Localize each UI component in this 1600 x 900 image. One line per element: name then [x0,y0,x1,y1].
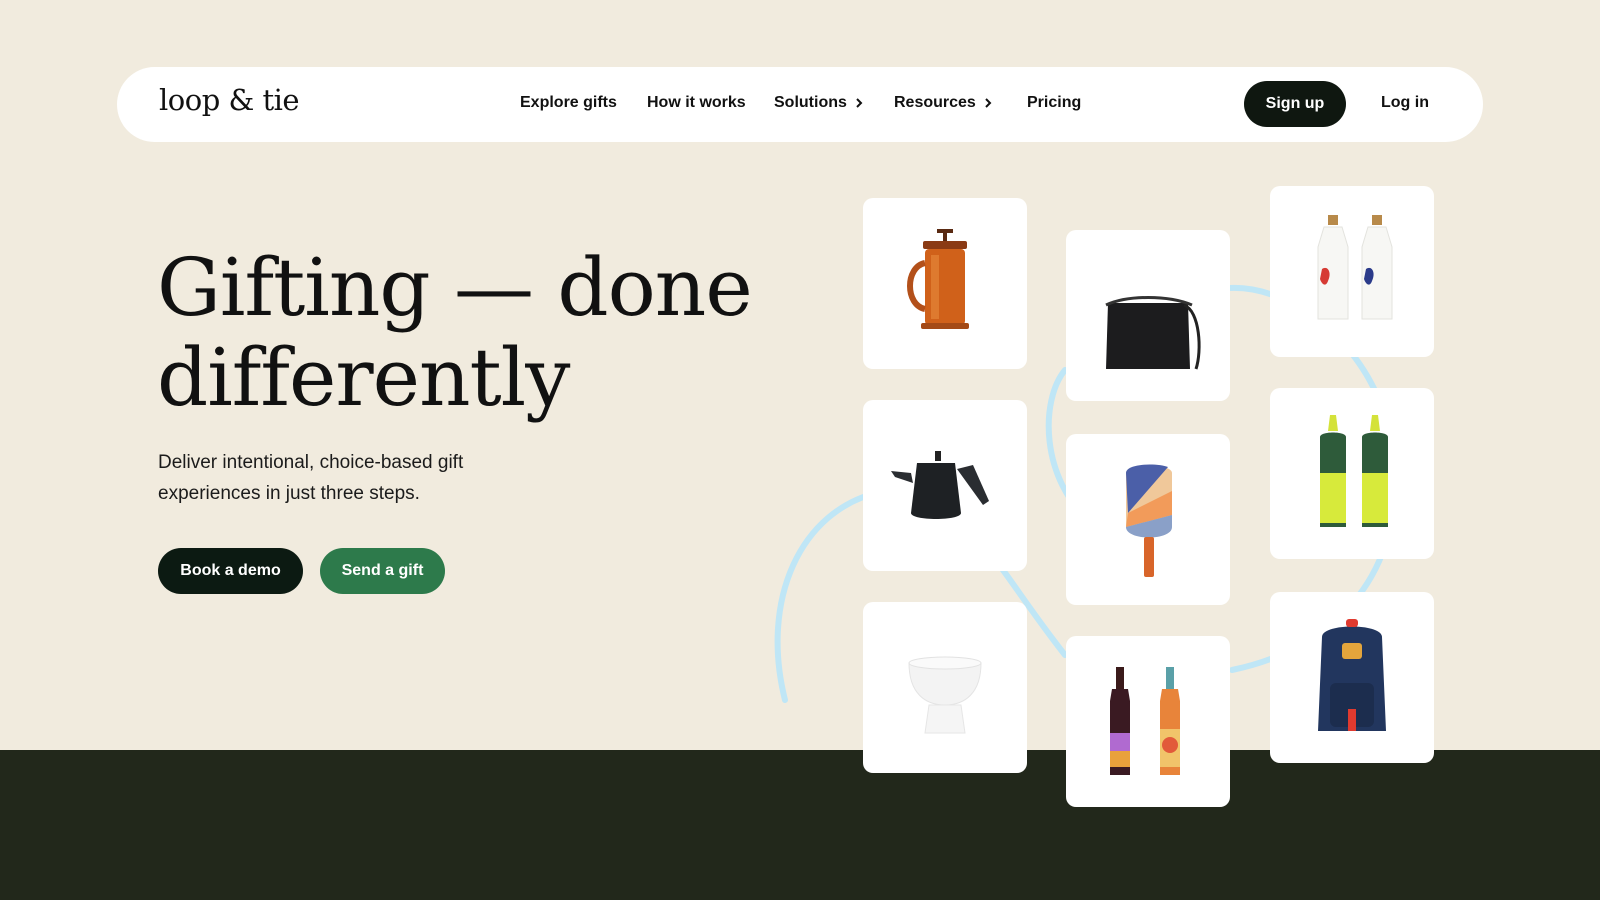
send-gift-button[interactable]: Send a gift [320,548,445,594]
nav-item-label: Pricing [1027,94,1082,111]
hero-title-line-1: Gifting — done [157,241,753,334]
oil-bottle-icon [1317,214,1393,319]
product-card-paddle[interactable] [1066,434,1230,605]
nav-item-label: How it works [647,94,746,111]
nav-item-explore-gifts[interactable]: Explore gifts [520,94,617,112]
wine-icon [1110,666,1180,775]
nav-item-label: Explore gifts [520,94,617,111]
product-card-bowl[interactable] [863,602,1027,773]
bag-icon [1105,295,1201,369]
nav-item-label: Solutions [774,94,847,111]
hero-title-line-2: differently [157,331,570,424]
hero-subtitle: Deliver intentional, choice-based gift e… [158,452,464,504]
paddle-icon [1126,464,1172,577]
footer-band [0,750,1600,900]
product-card-olive-oil-green[interactable] [1270,388,1434,559]
nav-item-resources[interactable]: Resources [894,94,994,112]
product-card-olive-oil-white[interactable] [1270,186,1434,357]
nav-item-label: Resources [894,94,976,111]
product-card-wine[interactable] [1066,636,1230,807]
product-card-bag[interactable] [1066,230,1230,401]
backpack-icon [1318,618,1386,731]
chevron-right-icon [985,98,992,108]
login-link[interactable]: Log in [1381,94,1429,112]
chevron-right-icon [856,98,863,108]
nav-item-solutions[interactable]: Solutions [774,94,865,112]
french-press-icon [907,228,969,329]
bowl-icon [908,656,982,733]
top-nav: loop & tie Explore gifts How it works So… [117,67,1483,142]
kettle-icon [891,450,989,519]
squeeze-bottle-icon [1320,414,1388,527]
product-card-kettle[interactable] [863,400,1027,571]
product-card-backpack[interactable] [1270,592,1434,763]
hero-title: Gifting — done differently [157,243,797,423]
nav-item-pricing[interactable]: Pricing [1027,94,1081,112]
product-card-french-press[interactable] [863,198,1027,369]
signup-button[interactable]: Sign up [1244,81,1346,127]
book-demo-button[interactable]: Book a demo [158,548,303,594]
nav-item-how-it-works[interactable]: How it works [647,94,746,112]
